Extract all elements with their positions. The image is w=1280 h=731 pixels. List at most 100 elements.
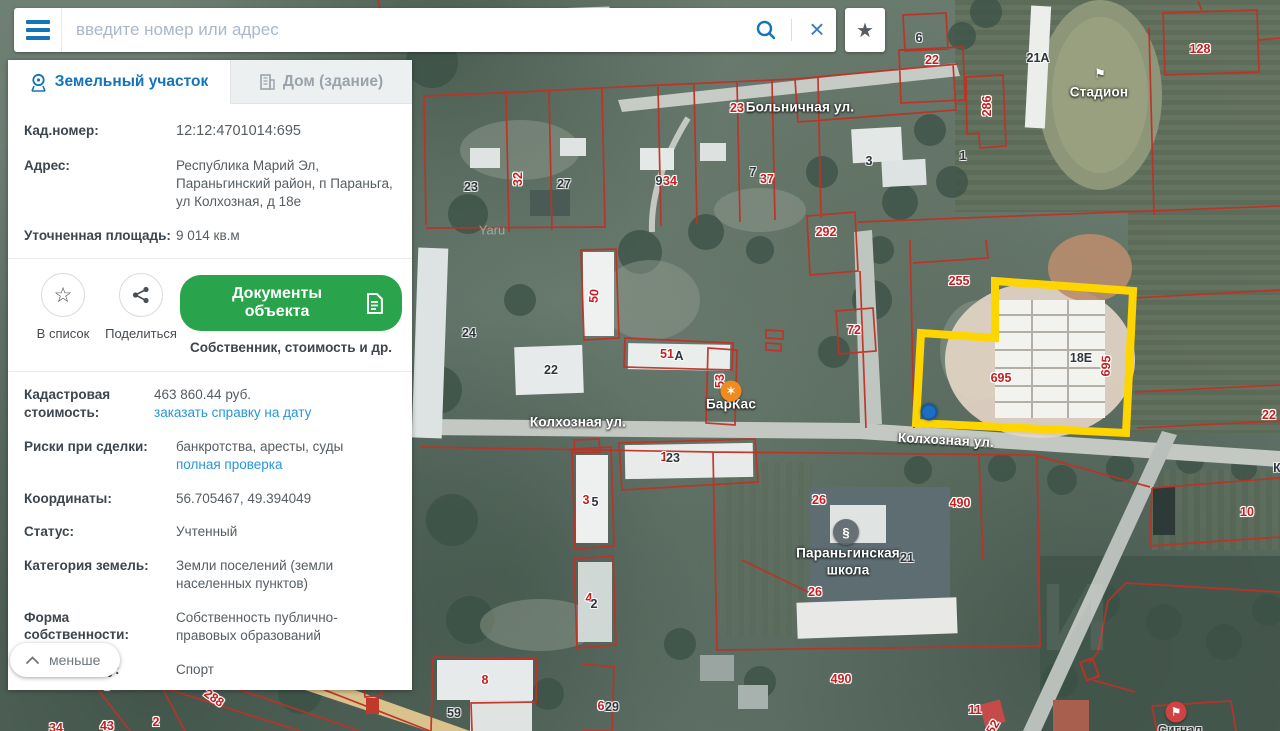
hamburger-menu-icon[interactable]	[14, 8, 62, 52]
cadastral-cost-row: Кадастровая стоимость: 463 860.44 руб. з…	[8, 378, 412, 430]
search-input[interactable]	[62, 8, 747, 52]
map-label-parcel[interactable]: 37	[760, 172, 774, 186]
map-label-parcel[interactable]: 9	[656, 174, 663, 188]
map-label-parcel[interactable]: 8	[482, 673, 489, 687]
map-label-parcel[interactable]: 24	[462, 326, 476, 340]
selected-point-marker	[921, 404, 938, 421]
map-label-parcel[interactable]: 22	[1262, 408, 1276, 422]
address-value: Республика Марий Эл, Параньгинский район…	[176, 157, 396, 210]
map-label-parcel[interactable]: 490	[950, 496, 971, 510]
map-label-parcel[interactable]: 2	[153, 715, 160, 729]
map-label-parcel[interactable]: 51	[660, 347, 674, 361]
divider	[8, 371, 412, 372]
map-label-parcel[interactable]: Сигнал	[1158, 723, 1202, 731]
map-label-parcel[interactable]: 22	[544, 363, 558, 377]
tab-land-parcel[interactable]: Земельный участок	[8, 60, 230, 104]
coordinates-value: 56.705467, 49.394049	[176, 490, 311, 508]
land-category-label: Категория земель:	[24, 557, 176, 593]
map-label-parcel[interactable]: 6	[916, 31, 923, 45]
map-label-parcel[interactable]: 18Е	[1070, 351, 1092, 365]
map-label-parcel[interactable]: 695	[1098, 355, 1113, 377]
map-label-parcel[interactable]: 5	[592, 495, 599, 509]
collapse-panel-button[interactable]: меньше	[10, 643, 120, 677]
map-label-parcel: И	[1041, 563, 1110, 673]
map-label-parcel[interactable]: 23	[666, 451, 680, 465]
map-label-parcel[interactable]: 22	[925, 53, 939, 67]
map-label-parcel: Yaru	[479, 223, 506, 238]
add-to-list-button[interactable]: ☆ В список	[24, 273, 102, 341]
map-label-parcel[interactable]: 3	[583, 493, 590, 507]
map-label-parcel[interactable]: 1	[960, 149, 967, 163]
clear-search-icon[interactable]: ×	[798, 16, 836, 45]
map-label-parcel[interactable]: 26	[808, 585, 822, 599]
map-label-parcel[interactable]: 10	[1240, 505, 1254, 519]
collapse-panel-label: меньше	[49, 652, 100, 668]
tab-building[interactable]: Дом (здание)	[230, 60, 412, 104]
map-label-parcel[interactable]: К	[1273, 461, 1280, 475]
risks-value: банкротства, аресты, суды	[176, 439, 343, 454]
coordinates-label: Координаты:	[24, 490, 176, 508]
map-label-parcel[interactable]: 7	[750, 165, 757, 179]
divider	[791, 19, 792, 41]
flag-icon: ⚑	[1166, 702, 1187, 723]
area-label: Уточненная площадь:	[24, 227, 176, 245]
map-label-parcel[interactable]: 292	[816, 225, 837, 239]
document-icon	[365, 293, 384, 314]
ownership-value: Собственность публично-правовых образова…	[176, 609, 396, 645]
stadium-marker[interactable]: ⚑	[1094, 66, 1106, 82]
area-value: 9 014 кв.м	[176, 227, 240, 245]
flag-marker[interactable]: ⚑	[1166, 702, 1187, 723]
map-label-parcel[interactable]: 21	[900, 551, 914, 565]
map-label-parcel[interactable]: 72	[847, 323, 861, 337]
map-label-parcel[interactable]: 26	[812, 493, 826, 507]
risks-label: Риски при сделки:	[24, 438, 176, 474]
cadastral-filled-marks	[366, 698, 1006, 727]
object-documents-button[interactable]: Документы объекта	[180, 275, 402, 331]
map-label-parcel[interactable]: 11	[968, 703, 981, 717]
cafe-icon: ✶	[721, 381, 742, 402]
map-label-parcel[interactable]: 255	[949, 274, 970, 288]
map-label-parcel[interactable]: 34	[49, 721, 63, 731]
coordinates-row: Координаты: 56.705467, 49.394049	[8, 482, 412, 516]
map-label-parcel[interactable]: 2	[591, 597, 598, 611]
map-label-parcel[interactable]: 43	[100, 719, 114, 731]
search-bar: ×	[14, 8, 836, 52]
map-label-parcel[interactable]: А	[674, 349, 683, 363]
map-label-parcel[interactable]: 490	[831, 672, 852, 686]
map-label-parcel[interactable]: 3	[866, 154, 873, 168]
address-row: Адрес: Республика Марий Эл, Параньгински…	[8, 149, 412, 218]
cad-number-link[interactable]: 12:12:4701014:695	[176, 122, 301, 141]
map-label-parcel[interactable]: 27	[557, 177, 571, 191]
map-label-parcel[interactable]: 128	[1190, 42, 1211, 56]
cost-report-link[interactable]: заказать справку на дату	[154, 405, 311, 420]
map-label-parcel[interactable]: 286	[980, 96, 994, 117]
map-pin-icon	[30, 73, 47, 92]
parcel-info-panel: Земельный участок Дом (здание) Кад.номер…	[8, 60, 412, 690]
chevron-up-icon	[26, 656, 39, 664]
map-label-parcel[interactable]: 29	[605, 700, 619, 714]
cafe-marker[interactable]: ✶	[721, 381, 742, 402]
cad-number-label: Кад.номер:	[24, 122, 176, 141]
documents-subtext: Собственник, стоимость и др.	[180, 340, 402, 355]
school-marker[interactable]: §	[833, 519, 859, 545]
status-row: Статус: Учтенный	[8, 515, 412, 549]
tab-building-label: Дом (здание)	[283, 73, 383, 91]
status-value: Учтенный	[176, 523, 237, 541]
actions-row: ☆ В список Поделиться Документы объекта …	[8, 265, 412, 365]
share-button[interactable]: Поделиться	[102, 273, 180, 341]
search-icon[interactable]	[747, 19, 785, 41]
map-label-parcel[interactable]: 21А	[1027, 51, 1050, 65]
map-label-parcel[interactable]: 23	[730, 101, 744, 115]
tabs: Земельный участок Дом (здание)	[8, 60, 412, 104]
favorites-button[interactable]: ★	[845, 8, 885, 52]
map-label-parcel[interactable]: 32	[511, 172, 525, 186]
map-label-parcel[interactable]: 34	[663, 174, 677, 188]
cadastral-map-app: 2332343722286128292255725051536956952249…	[0, 0, 1280, 731]
map-label-parcel[interactable]: 50	[586, 288, 601, 303]
map-label-parcel[interactable]: 59	[447, 706, 461, 720]
map-label-parcel[interactable]: 6	[598, 699, 605, 713]
map-label-parcel[interactable]: 23	[464, 180, 478, 194]
map-label-parcel[interactable]: 695	[991, 371, 1012, 385]
full-check-link[interactable]: полная проверка	[176, 457, 283, 472]
tab-land-label: Земельный участок	[55, 73, 209, 91]
